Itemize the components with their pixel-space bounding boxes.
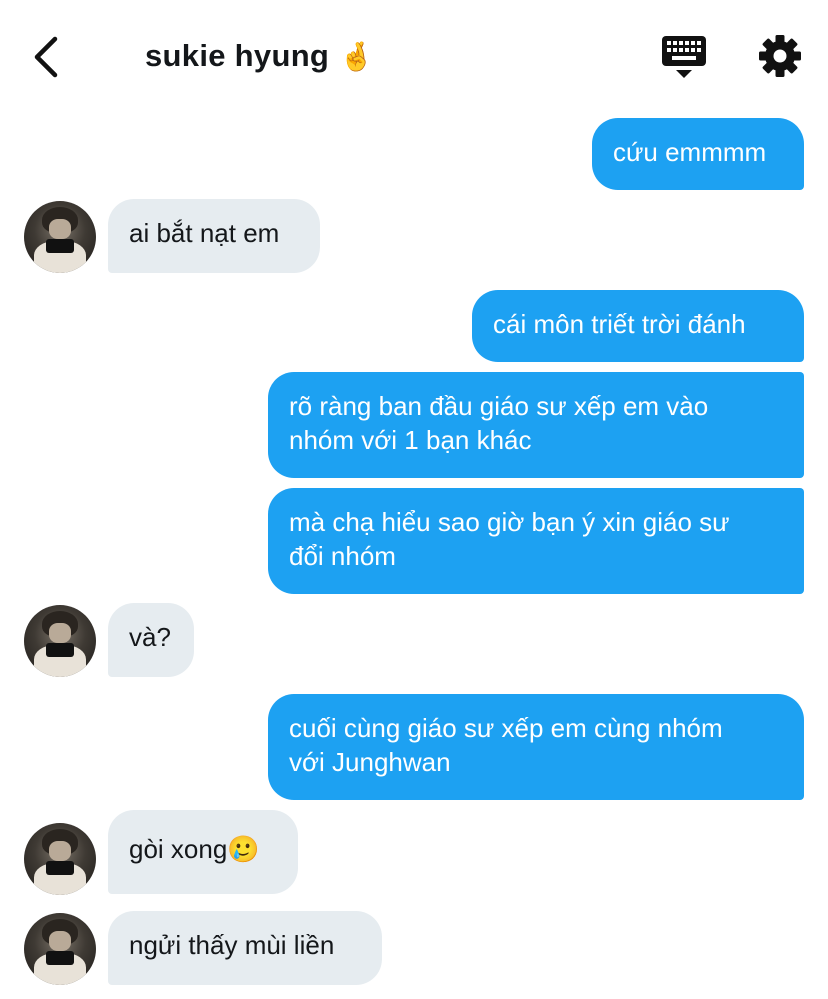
contact-avatar[interactable] <box>24 605 96 677</box>
gear-icon <box>759 35 801 77</box>
message-outgoing[interactable]: cứu emmmm <box>592 118 804 190</box>
settings-button[interactable] <box>758 34 802 78</box>
title-emoji: 🤞 <box>339 39 375 73</box>
message-outgoing[interactable]: cái môn triết trời đánh <box>472 290 804 362</box>
message-outgoing[interactable]: rõ ràng ban đầu giáo sư xếp em vào nhóm … <box>268 372 804 478</box>
conversation-header: sukie hyung 🤞 <box>0 0 828 110</box>
message-outgoing[interactable]: cuối cùng giáo sư xếp em cùng nhóm với J… <box>268 694 804 800</box>
chevron-left-icon <box>34 36 58 78</box>
message-incoming[interactable]: ngửi thấy mùi liền <box>108 911 382 985</box>
message-outgoing[interactable]: mà chạ hiểu sao giờ bạn ý xin giáo sư đổ… <box>268 488 804 594</box>
contact-avatar[interactable] <box>24 201 96 273</box>
message-incoming[interactable]: ai bắt nạt em <box>108 199 320 273</box>
conversation-title[interactable]: sukie hyung 🤞 <box>145 38 374 74</box>
message-incoming[interactable]: và? <box>108 603 194 677</box>
contact-avatar[interactable] <box>24 823 96 895</box>
keyboard-icon <box>662 36 706 78</box>
back-button[interactable] <box>24 32 68 82</box>
keyboard-button[interactable] <box>660 34 708 80</box>
dm-conversation-screen: sukie hyung 🤞 cứu emmmm ai bắt nạt em cá… <box>0 0 828 999</box>
message-incoming[interactable]: gòi xong🥲 <box>108 810 298 894</box>
contact-avatar[interactable] <box>24 913 96 985</box>
contact-name: sukie hyung <box>145 38 330 73</box>
